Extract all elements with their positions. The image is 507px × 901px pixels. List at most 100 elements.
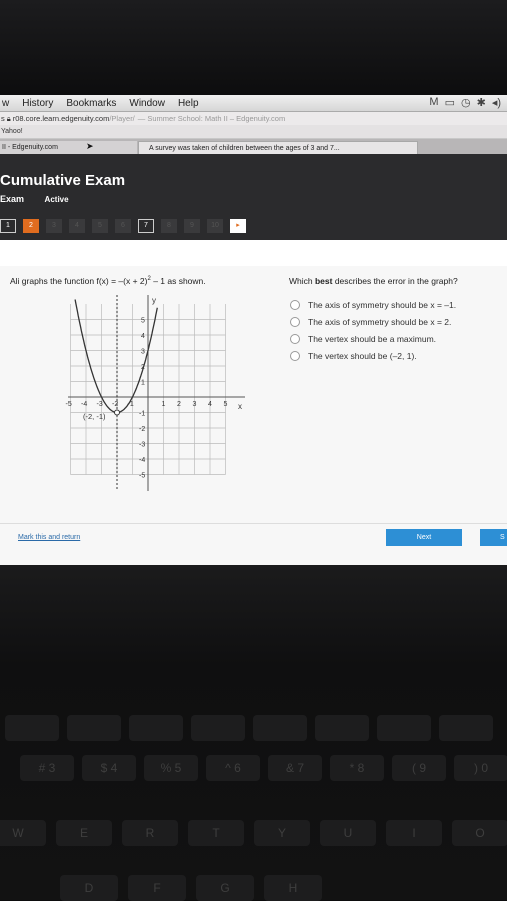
parabola-curve [74, 299, 158, 414]
option-label: The axis of symmetry should be x = 2. [308, 317, 452, 327]
keyboard-key: G [196, 875, 254, 901]
question-10-button[interactable]: 10 [207, 219, 223, 233]
question-6-button[interactable]: 6 [115, 219, 131, 233]
clock-icon[interactable]: ◷ [461, 96, 471, 109]
question-1-button[interactable]: 1 [0, 219, 16, 233]
answer-option-4[interactable]: The vertex should be (–2, 1). [290, 351, 417, 361]
stem-text-end: – 1 as shown. [150, 276, 206, 286]
y-tick-label: -1 [139, 411, 145, 418]
keyboard-key [129, 715, 183, 741]
keyboard-key: D [60, 875, 118, 901]
url-path: /Player/ [109, 114, 135, 123]
y-tick-label: -5 [139, 473, 145, 480]
menu-help[interactable]: Help [178, 98, 199, 109]
keyboard-key: & 7 [268, 755, 322, 781]
keyboard-key: E [56, 820, 112, 846]
keyboard-key: ) 0 [454, 755, 507, 781]
question-3-button[interactable]: 3 [46, 219, 62, 233]
question-9-button[interactable]: 9 [184, 219, 200, 233]
radio-button[interactable] [290, 317, 300, 327]
parabola-graph: -5 -4 -3 -2 -1 1 2 3 4 554321-1-2-3-4-5 y x (-2, … [66, 295, 245, 491]
y-tick-label: 4 [141, 333, 145, 340]
menu-history[interactable]: History [22, 98, 53, 109]
option-label: The vertex should be (–2, 1). [308, 351, 417, 361]
url-host: r08.core.learn.edgenuity.com [12, 114, 110, 123]
exam-subtitle: Exam Active [0, 194, 69, 204]
exam-label: Exam [0, 194, 25, 204]
vertex-label: (-2, -1) [83, 412, 106, 421]
option-label: The vertex should be a maximum. [308, 334, 437, 344]
next-button[interactable]: Next [386, 529, 462, 546]
question-prompt: Which best describes the error in the gr… [289, 276, 458, 286]
radio-button[interactable] [290, 351, 300, 361]
y-tick-label: -2 [139, 426, 145, 433]
status-icons: M ▭ ◷ ✱ ◂) [429, 96, 501, 109]
bookmarks-bar: Yahoo! [0, 125, 507, 139]
keyboard-key: U [320, 820, 376, 846]
keyboard-key [253, 715, 307, 741]
menu-window[interactable]: Window [129, 98, 165, 109]
menu-window-partial[interactable]: w [2, 98, 9, 109]
answer-option-2[interactable]: The axis of symmetry should be x = 2. [290, 317, 451, 327]
laptop-keyboard: # 3 $ 4 % 5 ^ 6 & 7 * 8 ( 9) 0 WERTYUIO DFGH [0, 565, 507, 901]
keyboard-key [67, 715, 121, 741]
screen-bezel [0, 0, 507, 95]
keyboard-key [315, 715, 369, 741]
mark-and-return-link[interactable]: Mark this and return [18, 534, 80, 541]
question-8-button[interactable]: 8 [161, 219, 177, 233]
x-tick-label: 3 [193, 401, 197, 408]
keyboard-key: R [122, 820, 178, 846]
keyboard-key [439, 715, 493, 741]
lock-icon: 🔒︎ [6, 113, 11, 123]
keyboard-key: F [128, 875, 186, 901]
keyboard-key: H [264, 875, 322, 901]
question-4-button[interactable]: 4 [69, 219, 85, 233]
answer-option-1[interactable]: The axis of symmetry should be x = –1. [290, 300, 456, 310]
bookmark-yahoo[interactable]: Yahoo! [1, 128, 23, 135]
screen-icon[interactable]: ▭ [445, 96, 455, 109]
prompt-emphasis: best [314, 276, 333, 286]
radio-button[interactable] [290, 334, 300, 344]
x-tick-label: 4 [208, 401, 212, 408]
keyboard-key: ^ 6 [206, 755, 260, 781]
page-title: — Summer School: Math II – Edgenuity.com [137, 114, 286, 123]
keyboard-key: I [386, 820, 442, 846]
tab-edgenuity[interactable]: II - Edgenuity.com [0, 141, 137, 154]
question-7-button[interactable]: 7 [138, 219, 154, 233]
prompt-text: Which [289, 276, 315, 286]
address-bar[interactable]: s 🔒︎ r08.core.learn.edgenuity.com /Playe… [0, 112, 507, 125]
mouse-pointer-icon: ➤ [86, 141, 94, 151]
m-icon[interactable]: M [429, 96, 438, 109]
stem-text: Ali graphs the function f(x) = –(x + 2) [10, 276, 148, 286]
question-panel: Ali graphs the function f(x) = –(x + 2) 2… [0, 266, 507, 566]
question-2-button[interactable]: 2 [23, 219, 39, 233]
keyboard-key: T [188, 820, 244, 846]
y-axis-label: y [152, 296, 156, 305]
keyboard-key: $ 4 [82, 755, 136, 781]
question-5-button[interactable]: 5 [92, 219, 108, 233]
radio-button[interactable] [290, 300, 300, 310]
keyboard-key: Y [254, 820, 310, 846]
next-question-arrow-icon[interactable]: ▸ [230, 219, 246, 233]
status-badge: Active [44, 195, 69, 204]
y-tick-label: 5 [141, 318, 145, 325]
keyboard-key [5, 715, 59, 741]
question-navigator: 1 2 3 4 5 6 7 8 9 10 ▸ [0, 219, 246, 233]
y-tick-label: 3 [141, 349, 145, 356]
exam-title: Cumulative Exam [0, 172, 126, 189]
volume-icon[interactable]: ◂) [492, 96, 501, 109]
x-tick-label: 1 [162, 401, 166, 408]
y-tick-label: 1 [141, 380, 145, 387]
url-prefix: s [1, 114, 5, 123]
submit-button[interactable]: S [480, 529, 507, 546]
bluetooth-icon[interactable]: ✱ [477, 96, 486, 109]
y-tick-label: -3 [139, 442, 145, 449]
question-stem: Ali graphs the function f(x) = –(x + 2)2… [10, 276, 206, 286]
keyboard-key [377, 715, 431, 741]
keyboard-key: W [0, 820, 46, 846]
tab-survey[interactable]: A survey was taken of children between t… [138, 141, 418, 155]
menu-bookmarks[interactable]: Bookmarks [66, 98, 116, 109]
exam-header: Cumulative Exam Exam Active 1 2 3 4 5 6 … [0, 154, 507, 240]
answer-option-3[interactable]: The vertex should be a maximum. [290, 334, 436, 344]
x-tick-label: -5 [66, 401, 72, 408]
